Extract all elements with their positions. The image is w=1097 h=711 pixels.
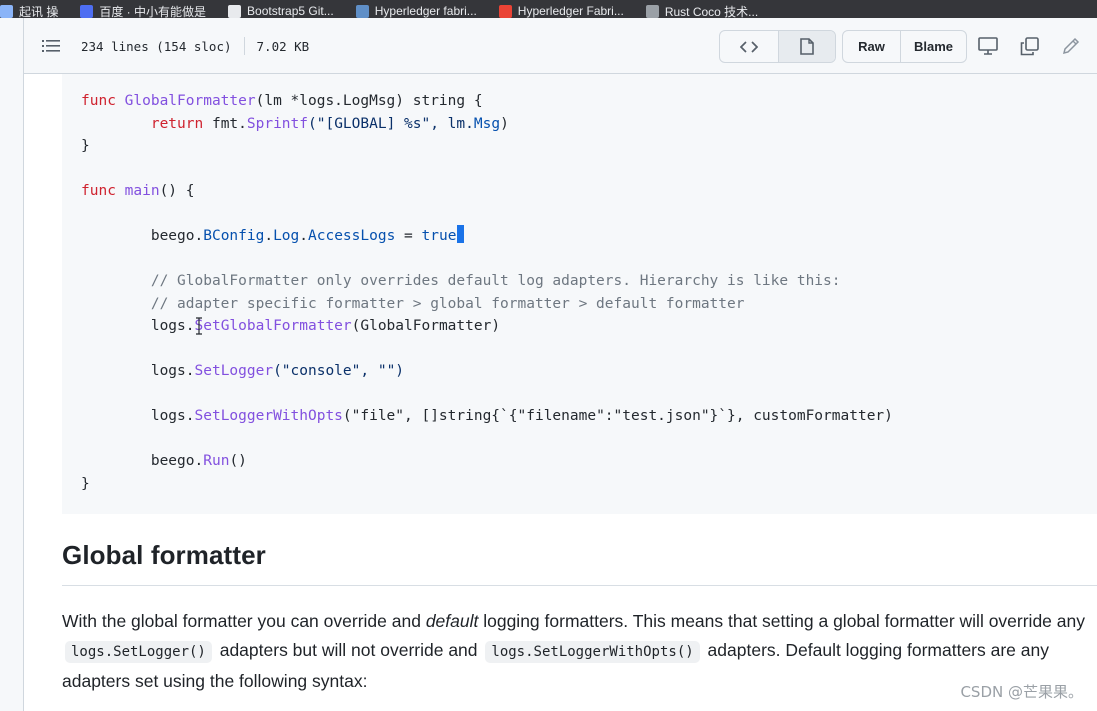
code-line: // adapter specific formatter > global f… [150, 295, 745, 312]
page-left-gutter [0, 18, 24, 711]
bookmark-item[interactable]: Hyperledger Fabri... [498, 4, 624, 18]
code-block[interactable]: func GlobalFormatter(lm *logs.LogMsg) st… [62, 74, 1097, 514]
inline-code: logs.SetLoggerWithOpts() [485, 641, 700, 663]
file-header-toolbar: 234 lines (154 sloc) 7.02 KB Raw Blame [24, 18, 1097, 74]
code-line: beego.Run() [150, 453, 247, 469]
copy-icon[interactable] [1019, 36, 1039, 56]
meta-divider [243, 37, 245, 55]
csdn-watermark: CSDN @芒果果。 [960, 683, 1083, 701]
section-heading: Global formatter [62, 540, 266, 570]
code-line: func main() { [81, 183, 195, 199]
raw-blame-group: Raw Blame [842, 30, 967, 63]
section-paragraph: With the global formatter you can overri… [62, 611, 1085, 691]
inline-code: logs.SetLogger() [65, 641, 212, 663]
blame-button[interactable]: Blame [900, 31, 966, 62]
bookmark-favicon-icon [80, 4, 94, 18]
ibeam-cursor-icon [196, 317, 202, 335]
bookmark-favicon-icon [228, 4, 242, 18]
line-count: 234 lines (154 sloc) [81, 38, 232, 54]
code-line: logs.SetLogger("console", "") [150, 363, 405, 379]
code-line: // GlobalFormatter only overrides defaul… [150, 273, 841, 289]
bookmark-item[interactable]: Rust Coco 技术... [645, 4, 758, 18]
code-icon [739, 40, 758, 53]
code-line: func GlobalFormatter(lm *logs.LogMsg) st… [81, 93, 483, 109]
bookmark-favicon-icon [498, 4, 512, 18]
bookmark-item[interactable]: Bootstrap5 Git... [228, 4, 334, 18]
code-line: } [81, 138, 90, 154]
bookmark-item[interactable]: 百度 · 中小有能做是 [80, 4, 206, 18]
code-lines: func GlobalFormatter(lm *logs.LogMsg) st… [81, 90, 893, 495]
bookmark-item[interactable]: Hyperledger fabri... [355, 4, 477, 18]
code-line: beego.BConfig.Log.AccessLogs = true [81, 225, 893, 248]
bookmark-item[interactable]: 起讯 操 [0, 4, 58, 18]
code-view-button[interactable] [720, 31, 778, 62]
list-lines-icon[interactable] [42, 37, 60, 55]
file-size: 7.02 KB [256, 38, 310, 54]
bookmark-favicon-icon [355, 4, 369, 18]
view-toggle-group [719, 30, 836, 63]
raw-button[interactable]: Raw [843, 31, 900, 62]
heading-divider [62, 585, 1097, 586]
file-meta: 234 lines (154 sloc) 7.02 KB [81, 37, 309, 55]
text-cursor [457, 225, 465, 243]
bookmarks-bar: 起讯 操 百度 · 中小有能做是 Bootstrap5 Git... Hyper… [0, 0, 1097, 18]
file-icon [799, 38, 814, 55]
bookmark-favicon-icon [645, 4, 659, 18]
code-line: logs.SetLoggerWithOpts("file", []string{… [150, 408, 893, 424]
desktop-icon[interactable] [978, 36, 998, 56]
bookmark-favicon-icon [0, 4, 13, 18]
code-line: } [81, 475, 90, 492]
pencil-icon[interactable] [1061, 36, 1081, 56]
file-view-button[interactable] [777, 31, 835, 62]
code-line: return fmt.Sprintf("[GLOBAL] %s", lm.Msg… [150, 115, 509, 132]
